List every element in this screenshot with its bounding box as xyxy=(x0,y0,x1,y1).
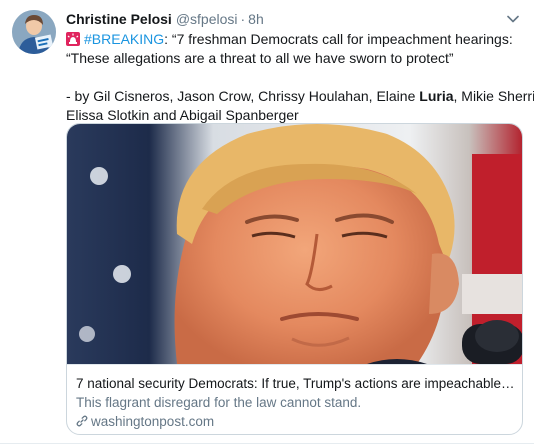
card-domain: washingtonpost.com xyxy=(76,414,214,429)
card-image xyxy=(67,124,522,364)
card-description: This flagrant disregard for the law cann… xyxy=(76,395,362,410)
tweet-header: Christine Pelosi @sfpelosi · 8h xyxy=(66,11,504,31)
tweet-line-3-text: - by Gil Cisneros, Jason Crow, Chrissy H… xyxy=(66,88,416,104)
tweet-text: #BREAKING: “7 freshman Democrats call fo… xyxy=(66,30,534,125)
highlighted-name: Luria xyxy=(419,88,454,104)
card-info: 7 national security Democrats: If true, … xyxy=(67,364,522,434)
chevron-down-icon[interactable] xyxy=(504,10,522,28)
author-name[interactable]: Christine Pelosi xyxy=(66,11,172,27)
tweet-line-3: - by Gil Cisneros, Jason Crow, Chrissy H… xyxy=(66,87,534,106)
avatar-photo xyxy=(12,10,56,54)
separator-dot: · xyxy=(240,11,246,27)
tweet-line-1-text: : “7 freshman Democrats call for impeach… xyxy=(164,31,513,47)
author-handle[interactable]: @sfpelosi xyxy=(176,11,238,27)
card-title: 7 national security Democrats: If true, … xyxy=(76,376,516,391)
rotating-light-icon xyxy=(66,32,80,46)
tweet-line-2: “These allegations are a threat to all w… xyxy=(66,50,454,66)
author-avatar[interactable] xyxy=(12,10,56,54)
hashtag-link[interactable]: #BREAKING xyxy=(84,31,164,47)
card-domain-text: washingtonpost.com xyxy=(91,414,215,429)
tweet-line-1: #BREAKING: “7 freshman Democrats call fo… xyxy=(66,30,522,49)
link-card[interactable]: 7 national security Democrats: If true, … xyxy=(66,123,523,435)
tweet[interactable]: Christine Pelosi @sfpelosi · 8h #BREAKING: … xyxy=(0,0,534,444)
link-icon xyxy=(76,415,88,427)
tweet-line-3-end: , Mikie Sherrill, xyxy=(453,88,534,104)
tweet-timestamp[interactable]: 8h xyxy=(248,11,264,27)
